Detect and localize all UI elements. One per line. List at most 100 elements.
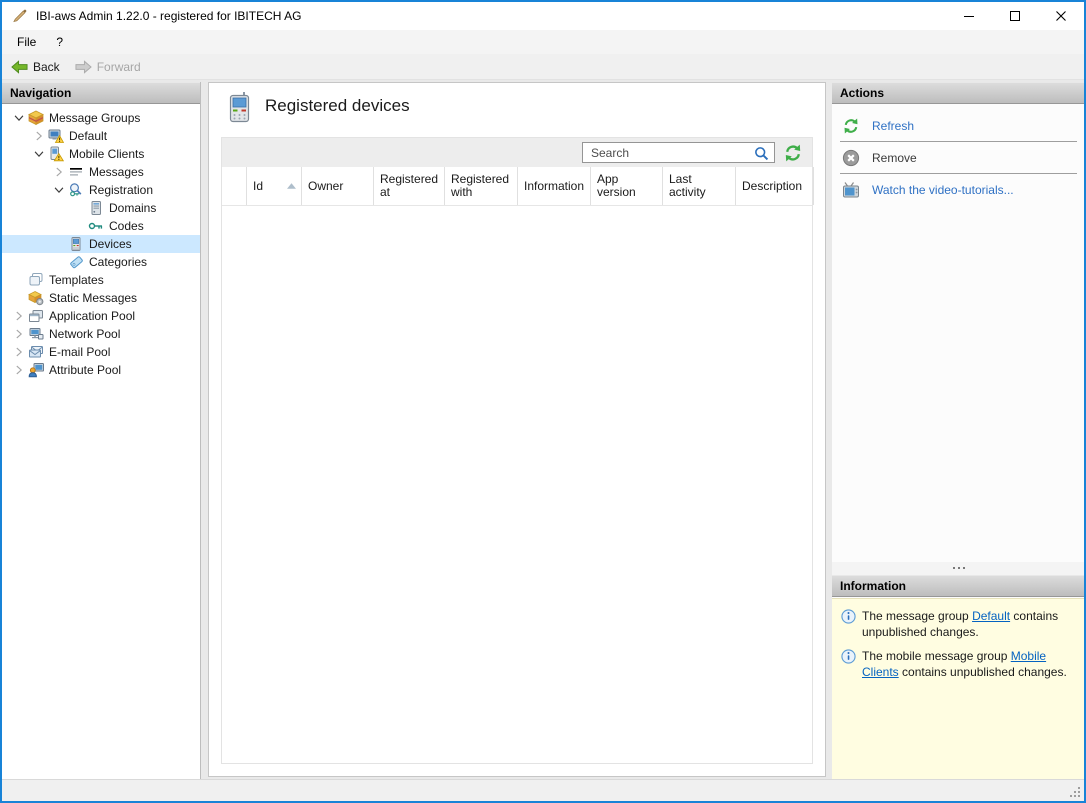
app-window: IBI-aws Admin 1.22.0 - registered for IB… (0, 0, 1086, 803)
domains-icon (88, 200, 104, 216)
chevron-right-icon[interactable] (11, 344, 27, 360)
action-divider (840, 173, 1077, 174)
content-panel: Registered devices I (208, 82, 826, 777)
page-title: Registered devices (265, 96, 410, 115)
column-header-description[interactable]: Description (736, 167, 814, 205)
info-message: The mobile message group Mobile Clients … (841, 648, 1076, 680)
column-header-registered-with[interactable]: Registered with (445, 167, 518, 205)
table-header: Id Owner Registered at Registered with Infor… (222, 167, 814, 206)
column-label: Registered with (451, 172, 510, 199)
close-button[interactable] (1038, 2, 1084, 30)
back-button[interactable]: Back (5, 57, 66, 77)
chevron-down-icon[interactable] (51, 182, 67, 198)
message-groups-icon (28, 110, 44, 126)
info-icon (841, 609, 856, 624)
static-messages-icon (28, 290, 44, 306)
nav-item-label: E-mail Pool (49, 345, 111, 359)
chevron-right-icon[interactable] (11, 362, 27, 378)
nav-item-default[interactable]: Default (2, 127, 200, 145)
status-bar (2, 779, 1084, 801)
info-text-prefix: The message group (862, 609, 973, 623)
info-text-prefix: The mobile message group (862, 649, 1011, 663)
email-pool-icon (28, 344, 44, 360)
templates-icon (28, 272, 44, 288)
info-link-default[interactable]: Default (972, 609, 1010, 623)
menu-item-file[interactable]: File (7, 31, 46, 53)
nav-item-templates[interactable]: Templates (2, 271, 200, 289)
column-header-owner[interactable]: Owner (302, 167, 374, 205)
window-controls (946, 2, 1084, 30)
nav-item-domains[interactable]: Domains (2, 199, 200, 217)
action-divider (840, 141, 1077, 142)
chevron-right-icon[interactable] (31, 128, 47, 144)
nav-item-static-messages[interactable]: Static Messages (2, 289, 200, 307)
mobile-clients-icon (48, 146, 64, 162)
panel-splitter[interactable] (832, 562, 1084, 575)
devices-icon (68, 236, 84, 252)
refresh-list-button[interactable] (781, 142, 805, 164)
maximize-button[interactable] (992, 2, 1038, 30)
nav-item-registration[interactable]: Registration (2, 181, 200, 199)
column-header-app-version[interactable]: App version (591, 167, 663, 205)
chevron-right-icon[interactable] (51, 164, 67, 180)
nav-item-label: Messages (89, 165, 144, 179)
sort-ascending-icon (287, 183, 296, 189)
nav-item-label: Message Groups (49, 111, 141, 125)
chevron-down-icon[interactable] (11, 110, 27, 126)
content-title-row: Registered devices (209, 83, 825, 137)
info-message: The message group Default contains unpub… (841, 608, 1076, 640)
back-label: Back (33, 59, 60, 74)
column-header-last-activity[interactable]: Last activity (663, 167, 736, 205)
chevron-right-icon[interactable] (11, 308, 27, 324)
action-label: Watch the video-tutorials... (872, 182, 1014, 197)
nav-item-label: Static Messages (49, 291, 138, 305)
search-input[interactable] (583, 143, 749, 162)
menu-bar: File ? (2, 30, 1084, 54)
column-header-row-selector[interactable] (222, 167, 247, 205)
nav-item-application-pool[interactable]: Application Pool (2, 307, 200, 325)
default-group-icon (48, 128, 64, 144)
registration-icon (68, 182, 84, 198)
nav-item-messages[interactable]: Messages (2, 163, 200, 181)
nav-item-codes[interactable]: Codes (2, 217, 200, 235)
action-label: Remove (872, 150, 917, 165)
network-pool-icon (28, 326, 44, 342)
nav-item-devices[interactable]: Devices (2, 235, 200, 253)
mobile-device-icon (228, 92, 251, 123)
attribute-pool-icon (28, 362, 44, 378)
info-message-text: The message group Default contains unpub… (862, 608, 1067, 640)
search-box (582, 142, 775, 163)
nav-toolbar: Back Forward (2, 54, 1084, 80)
nav-item-message-groups[interactable]: Message Groups (2, 109, 200, 127)
nav-item-e-mail-pool[interactable]: E-mail Pool (2, 343, 200, 361)
forward-button[interactable]: Forward (69, 57, 147, 77)
nav-item-attribute-pool[interactable]: Attribute Pool (2, 361, 200, 379)
nav-item-categories[interactable]: Categories (2, 253, 200, 271)
back-arrow-icon (11, 59, 28, 74)
column-header-id[interactable]: Id (247, 167, 302, 205)
column-label: Description (742, 178, 803, 193)
actions-list: Refresh Remove Watch the video-tutorials..… (832, 104, 1084, 562)
nav-item-network-pool[interactable]: Network Pool (2, 325, 200, 343)
minimize-button[interactable] (946, 2, 992, 30)
chevron-right-icon[interactable] (11, 326, 27, 342)
search-icon[interactable] (753, 145, 770, 162)
column-header-information[interactable]: Information (518, 167, 591, 205)
main-area: Navigation Message Groups Default Mobile C… (2, 80, 1084, 779)
resize-grip-icon[interactable] (1078, 795, 1080, 797)
nav-tree: Message Groups Default Mobile Clients Messa… (2, 104, 200, 779)
chevron-down-icon[interactable] (31, 146, 47, 162)
column-header-registered-at[interactable]: Registered at (374, 167, 445, 205)
nav-item-label: Application Pool (49, 309, 136, 323)
action-remove[interactable]: Remove (832, 143, 1084, 172)
menu-item-help[interactable]: ? (46, 31, 73, 53)
close-icon (1055, 10, 1067, 22)
nav-item-mobile-clients[interactable]: Mobile Clients (2, 145, 200, 163)
action-refresh[interactable]: Refresh (832, 111, 1084, 140)
information-header: Information (832, 575, 1084, 597)
nav-item-label: Mobile Clients (69, 147, 145, 161)
action-watch-the-video-tutorials[interactable]: Watch the video-tutorials... (832, 175, 1084, 204)
